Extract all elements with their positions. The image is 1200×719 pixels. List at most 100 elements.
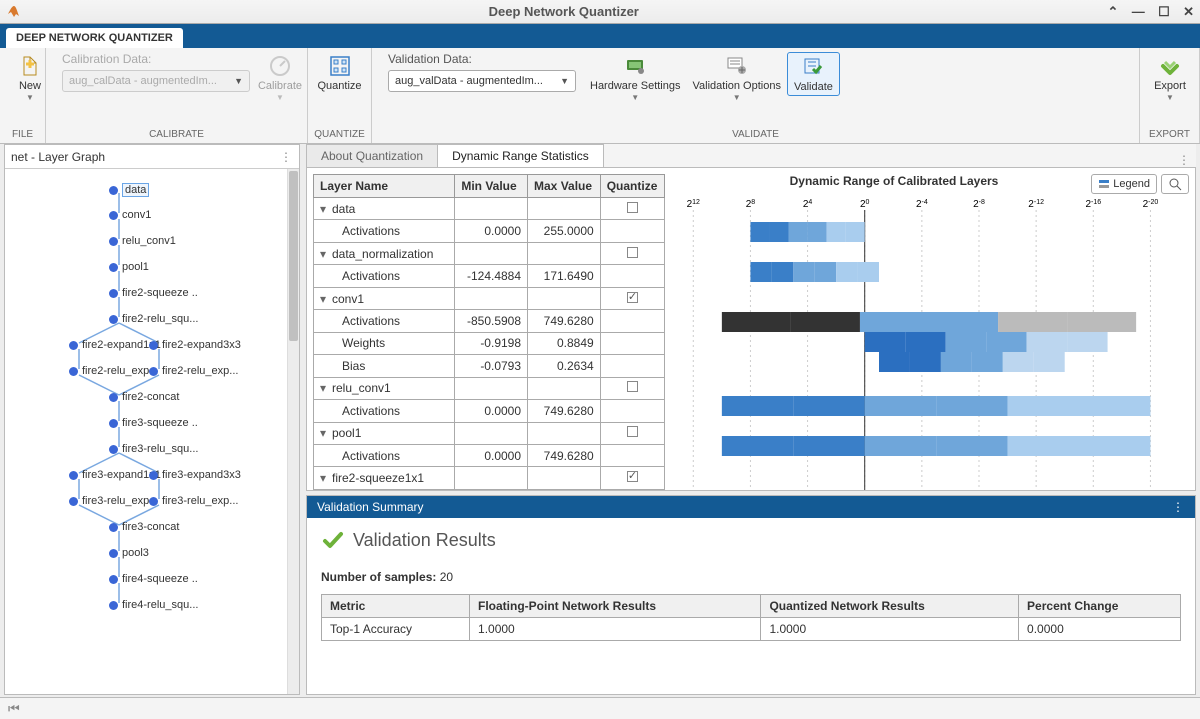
table-row[interactable]: ▾pool1 (314, 422, 665, 444)
graph-node[interactable]: fire2-relu_squ... (109, 313, 198, 325)
validation-data-field: Validation Data: aug_valData - augmented… (388, 52, 576, 92)
layer-graph-canvas[interactable]: data conv1 relu_conv1 pool1 fire2-squeeze ..… (5, 169, 299, 694)
table-row[interactable]: Weights-0.91980.8849 (314, 332, 665, 354)
graph-node[interactable]: pool1 (109, 261, 149, 273)
legend-button[interactable]: Legend (1091, 174, 1157, 194)
chevron-down-icon: ▼ (26, 93, 34, 102)
group-label-validate: VALIDATE (372, 127, 1139, 143)
range-statistics-table[interactable]: Layer Name Min Value Max Value Quantize … (313, 174, 665, 490)
graph-node[interactable]: fire2-concat (109, 391, 179, 403)
maximize-icon[interactable]: ☐ (1158, 4, 1170, 19)
table-row[interactable]: Bias-0.07930.2634 (314, 355, 665, 377)
ribbon-tab-quantizer[interactable]: DEEP NETWORK QUANTIZER (6, 28, 183, 48)
graph-node[interactable]: fire3-squeeze .. (109, 417, 198, 429)
group-label-export: EXPORT (1140, 127, 1199, 143)
table-row[interactable]: Activations0.0000255.0000 (314, 220, 665, 242)
window-controls: ⌃ — ☐ ✕ (1098, 4, 1195, 20)
validate-button[interactable]: Validate (787, 52, 840, 96)
export-button[interactable]: Export ▼ (1148, 52, 1192, 104)
quantize-button[interactable]: Quantize (316, 52, 363, 94)
graph-node[interactable]: pool3 (109, 547, 149, 559)
close-icon[interactable]: ✕ (1183, 4, 1194, 19)
table-row[interactable]: ▾data_normalization (314, 242, 665, 264)
col-float-results: Floating-Point Network Results (470, 595, 761, 618)
back-icon[interactable]: ⏮ (8, 701, 20, 717)
options-icon (725, 54, 749, 78)
calibrate-icon (268, 54, 292, 78)
quantize-icon (328, 54, 352, 78)
validation-results-table: Metric Floating-Point Network Results Qu… (321, 594, 1181, 641)
caret-up-icon[interactable]: ⌃ (1108, 4, 1119, 19)
table-row[interactable]: Activations0.0000749.6280 (314, 444, 665, 466)
col-min-value[interactable]: Min Value (455, 175, 528, 198)
table-row[interactable]: Activations-124.4884171.6490 (314, 265, 665, 287)
pane-menu-icon[interactable]: ⋮ (280, 150, 293, 164)
graph-node[interactable]: fire4-squeeze .. (109, 573, 198, 585)
table-row[interactable]: ▾conv1 (314, 287, 665, 309)
validation-results-title: Validation Results (321, 528, 1181, 552)
group-label-file: FILE (0, 127, 45, 143)
tab-about-quantization[interactable]: About Quantization (306, 144, 438, 167)
graph-node[interactable]: fire3-relu_exp... (149, 495, 238, 507)
chevron-down-icon: ▼ (631, 93, 639, 102)
col-layer-name[interactable]: Layer Name (314, 175, 455, 198)
pane-menu-icon[interactable]: ⋮ (1172, 500, 1185, 514)
validate-icon (801, 55, 825, 79)
validation-summary-pane: Validation Summary ⋮ Validation Results … (306, 495, 1196, 695)
col-metric: Metric (322, 595, 470, 618)
graph-node[interactable]: fire2-relu_exp... (149, 365, 238, 377)
validation-data-combo[interactable]: aug_valData - augmentedIm... ▼ (388, 70, 576, 92)
scrollbar[interactable] (287, 169, 299, 694)
graph-node[interactable]: fire3-relu_squ... (109, 443, 198, 455)
graph-node[interactable]: fire2-relu_exp... (69, 365, 158, 377)
svg-text:2-20: 2-20 (1143, 199, 1159, 211)
legend-icon (1098, 178, 1110, 190)
svg-text:20: 20 (860, 199, 870, 211)
table-row[interactable]: ▾data (314, 198, 665, 220)
chevron-down-icon: ▼ (234, 76, 243, 86)
table-row[interactable]: ▾fire2-squeeze1x1 (314, 467, 665, 490)
graph-node[interactable]: conv1 (109, 209, 151, 221)
tabs-row: About Quantization Dynamic Range Statist… (306, 144, 1196, 168)
svg-text:212: 212 (687, 199, 700, 211)
svg-text:24: 24 (803, 199, 813, 211)
zoom-button[interactable] (1161, 174, 1189, 194)
svg-text:28: 28 (746, 199, 756, 211)
chart-canvas: 2122824202-42-82-122-162-20 (669, 196, 1189, 491)
graph-node[interactable]: data (109, 183, 149, 197)
graph-node[interactable]: fire2-expand3x3 (149, 339, 241, 351)
graph-node[interactable]: fire3-relu_exp... (69, 495, 158, 507)
right-pane: About Quantization Dynamic Range Statist… (306, 144, 1196, 695)
ribbon-tab-bar: DEEP NETWORK QUANTIZER (0, 24, 1200, 48)
tab-dynamic-range[interactable]: Dynamic Range Statistics (437, 144, 604, 167)
graph-node[interactable]: fire3-expand3x3 (149, 469, 241, 481)
graph-node[interactable]: fire2-expand1x1 (69, 339, 161, 351)
statusbar: ⏮ (0, 697, 1200, 719)
calibration-data-field: Calibration Data: aug_calData - augmente… (62, 52, 250, 92)
graph-node[interactable]: fire2-squeeze .. (109, 287, 198, 299)
graph-node[interactable]: relu_conv1 (109, 235, 176, 247)
svg-text:2-4: 2-4 (916, 199, 928, 211)
export-icon (1158, 54, 1182, 78)
new-icon (18, 54, 42, 78)
chevron-down-icon: ▼ (276, 93, 284, 102)
dynamic-range-content: Layer Name Min Value Max Value Quantize … (306, 168, 1196, 491)
titlebar: Deep Network Quantizer ⌃ — ☐ ✕ (0, 0, 1200, 24)
dynamic-range-chart[interactable]: Dynamic Range of Calibrated Layers Legen… (669, 174, 1189, 490)
hardware-settings-button[interactable]: Hardware Settings ▼ (584, 52, 687, 104)
graph-node[interactable]: fire3-expand1x1 (69, 469, 161, 481)
table-row[interactable]: ▾relu_conv1 (314, 377, 665, 399)
col-max-value[interactable]: Max Value (528, 175, 601, 198)
col-quantize[interactable]: Quantize (600, 175, 664, 198)
graph-node[interactable]: fire4-relu_squ... (109, 599, 198, 611)
minimize-icon[interactable]: — (1132, 4, 1145, 19)
graph-node[interactable]: fire3-concat (109, 521, 179, 533)
table-row[interactable]: Activations-850.5908749.6280 (314, 310, 665, 332)
table-row[interactable]: Activations0.0000749.6280 (314, 400, 665, 422)
svg-text:2-8: 2-8 (973, 199, 985, 211)
tabs-menu-icon[interactable]: ⋮ (1178, 153, 1190, 167)
ribbon: New ▼ FILE Calibration Data: aug_calData… (0, 48, 1200, 144)
validation-options-button[interactable]: Validation Options ▼ (687, 52, 787, 104)
window-title: Deep Network Quantizer (30, 4, 1098, 19)
main-area: net - Layer Graph ⋮ dataconv1relu_conv1p… (4, 144, 1196, 695)
